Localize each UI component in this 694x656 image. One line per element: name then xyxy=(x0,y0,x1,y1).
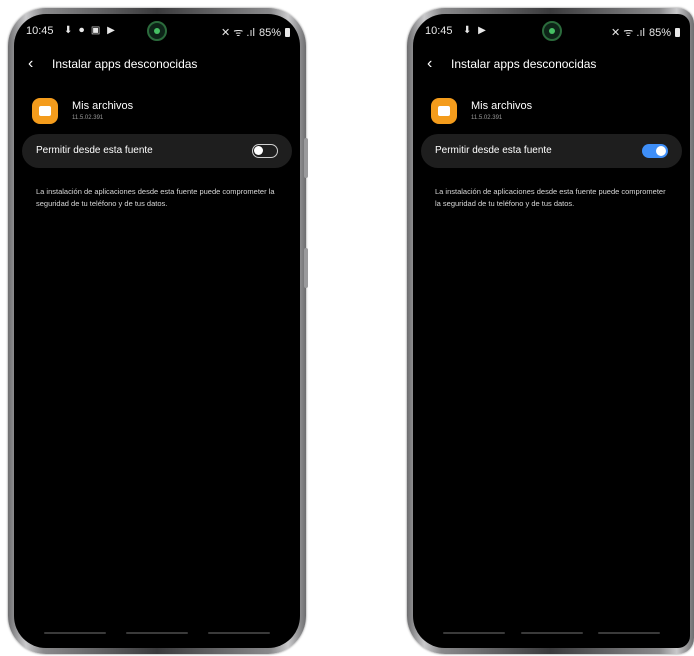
gesture-navbar xyxy=(443,632,660,634)
nav-hint xyxy=(443,632,505,634)
app-bar: ‹ Instalar apps desconocidas xyxy=(427,54,676,74)
allow-source-toggle[interactable] xyxy=(252,144,278,158)
notification-icons: ⬇ ⏺ ▣ ▶ xyxy=(64,25,117,36)
phone-frame-left: 10:45 ⬇ ⏺ ▣ ▶ ✕ ᯤ .ıl 85% ‹ Instalar app… xyxy=(8,8,308,654)
status-time: 10:45 xyxy=(26,25,54,37)
security-warning: La instalación de aplicaciones desde est… xyxy=(435,187,666,208)
allow-source-row[interactable]: Permitir desde esta fuente xyxy=(22,134,292,168)
security-warning: La instalación de aplicaciones desde est… xyxy=(36,187,275,208)
camera-cutout xyxy=(147,21,167,41)
allow-source-label: Permitir desde esta fuente xyxy=(36,145,153,156)
allow-source-row[interactable]: Permitir desde esta fuente xyxy=(421,134,682,168)
screen-right: 10:45 ⬇ ▶ ✕ ᯤ .ıl 85% ‹ Instalar apps de… xyxy=(413,14,690,648)
folder-icon xyxy=(431,98,457,124)
power-button xyxy=(304,248,308,288)
app-version: 11.5.02.391 xyxy=(72,115,104,121)
chevron-left-icon[interactable]: ‹ xyxy=(427,55,451,73)
battery-icon xyxy=(285,28,290,37)
phone-frame-right: 10:45 ⬇ ▶ ✕ ᯤ .ıl 85% ‹ Instalar apps de… xyxy=(407,8,694,654)
folder-icon xyxy=(32,98,58,124)
status-time: 10:45 xyxy=(425,25,453,37)
status-right: ✕ ᯤ .ıl 85% xyxy=(611,25,680,40)
nav-hint xyxy=(208,632,270,634)
page-title: Instalar apps desconocidas xyxy=(451,57,597,71)
screen-left: 10:45 ⬇ ⏺ ▣ ▶ ✕ ᯤ .ıl 85% ‹ Instalar app… xyxy=(14,14,300,648)
nav-hint xyxy=(520,632,583,634)
nav-hint xyxy=(598,632,660,634)
battery-level: 85% xyxy=(648,26,671,39)
app-bar: ‹ Instalar apps desconocidas xyxy=(28,54,286,74)
page-title: Instalar apps desconocidas xyxy=(52,57,198,71)
allow-source-toggle[interactable] xyxy=(642,144,668,158)
app-info: Mis archivos 11.5.02.391 xyxy=(431,94,672,130)
volume-button xyxy=(304,138,308,178)
nav-hint xyxy=(126,632,188,634)
signal-icons: ✕ ᯤ .ıl xyxy=(221,27,255,39)
nav-hint xyxy=(44,632,106,634)
camera-cutout xyxy=(541,21,562,41)
app-name: Mis archivos xyxy=(72,100,134,112)
status-right: ✕ ᯤ .ıl 85% xyxy=(221,25,290,40)
allow-source-label: Permitir desde esta fuente xyxy=(435,145,552,156)
gesture-navbar xyxy=(44,632,270,634)
app-name: Mis archivos xyxy=(471,100,533,112)
battery-icon xyxy=(675,28,680,37)
app-info: Mis archivos 11.5.02.391 xyxy=(32,94,282,130)
signal-icons: ✕ ᯤ .ıl xyxy=(611,27,645,39)
chevron-left-icon[interactable]: ‹ xyxy=(28,55,52,73)
notification-icons: ⬇ ▶ xyxy=(463,25,488,36)
app-version: 11.5.02.391 xyxy=(471,115,503,121)
battery-level: 85% xyxy=(258,26,281,39)
